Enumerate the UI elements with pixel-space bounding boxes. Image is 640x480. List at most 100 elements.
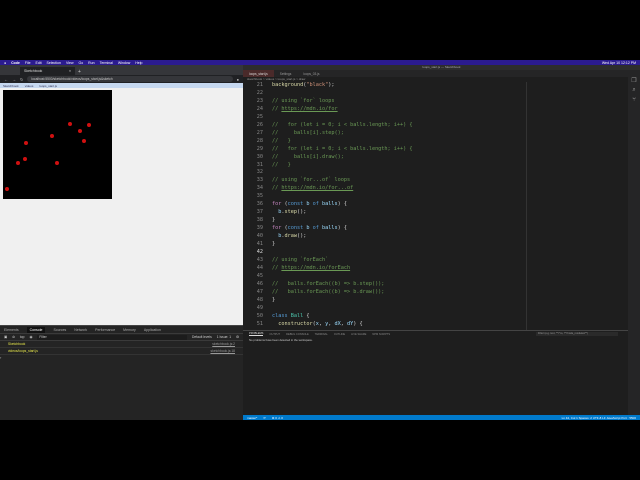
code-line: 49 <box>243 305 628 313</box>
code-line: 29 // for (let i = 0; i < balls.length; i… <box>243 146 628 154</box>
menu-item[interactable]: Go <box>78 61 83 65</box>
panel-tab-live-share[interactable]: LIVE SHARE <box>351 333 366 336</box>
menubar-clock[interactable]: Wed Apr 10 12:12 PM <box>602 61 636 65</box>
panel-tab-outline[interactable]: OUTLINE <box>334 333 345 336</box>
code-line: 31 // } <box>243 162 628 170</box>
menu-item[interactable]: Window <box>118 61 130 65</box>
sidebar-toggle-icon[interactable]: ▣ <box>4 335 7 339</box>
devtools-tab-console[interactable]: Console <box>26 326 46 333</box>
search-icon[interactable]: ⌕ <box>628 87 640 97</box>
code-line: 46 // balls.forEach((b) => b.step()); <box>243 281 628 289</box>
devtools-tabs: Elements Console Sources Network Performance… <box>0 326 243 334</box>
code-line: 27 // balls[i].step(); <box>243 130 628 138</box>
ball <box>24 141 28 145</box>
new-tab-icon[interactable]: + <box>78 69 81 75</box>
panel-tab-terminal[interactable]: TERMINAL <box>315 333 328 336</box>
devtools-tab-application[interactable]: Application <box>144 328 161 332</box>
line-number: 45 <box>256 272 263 279</box>
code-line: 23 // using `for` loops <box>243 98 628 106</box>
menu-item[interactable]: File <box>25 61 31 65</box>
panel-tab-problems[interactable]: PROBLEMS <box>249 332 264 336</box>
editor-tab[interactable]: loops_03.js <box>297 70 325 77</box>
devtools-tab-sources[interactable]: Sources <box>53 328 66 332</box>
line-number: 29 <box>256 145 263 152</box>
code-line: 24 // https://mdn.io/for <box>243 106 628 114</box>
line-number: 30 <box>256 153 263 160</box>
ball <box>78 129 82 133</box>
apple-icon[interactable]: ● <box>4 61 6 65</box>
clear-console-icon[interactable]: ⊘ <box>12 335 15 339</box>
code-token: ); <box>328 82 335 88</box>
source-control-icon[interactable]: ⑂ <box>628 97 640 107</box>
panel-tab-npm-scripts[interactable]: NPM SCRIPTS <box>372 333 390 336</box>
url-input[interactable]: localhost:5500/sketchbook/videos/loops_s… <box>27 76 233 82</box>
log-levels-select[interactable]: Default levels <box>192 335 212 339</box>
editor-tab[interactable]: Settings <box>274 70 298 77</box>
page-content <box>0 88 243 325</box>
code-token: for <box>272 201 282 208</box>
explorer-icon[interactable]: ❐ <box>628 77 640 87</box>
editor-tabs: loops_start.js Settings loops_03.js <box>243 70 640 77</box>
line-number: 46 <box>256 280 263 287</box>
window-title: loops_start.js — Sketchbook <box>243 65 640 70</box>
profile-avatar[interactable]: ● <box>237 77 239 82</box>
line-number: 50 <box>256 312 263 319</box>
status-right[interactable]: Ln 42, Col 1 Spaces: 2 UTF-8 LF JavaScri… <box>562 416 636 420</box>
sync-icon[interactable]: ⟳ <box>263 416 266 420</box>
devtools-tab-network[interactable]: Network <box>74 328 87 332</box>
editor-tab[interactable]: loops_start.js <box>243 70 274 77</box>
code-token: // balls[i].draw(); <box>272 153 344 160</box>
menu-item[interactable]: Edit <box>36 61 42 65</box>
code-token: background <box>272 82 304 88</box>
close-tab-icon[interactable]: × <box>69 69 71 73</box>
problems-indicator[interactable]: ⊗ 0 ⚠ 0 <box>272 416 283 420</box>
code-token: class <box>272 312 288 319</box>
line-number: 27 <box>256 129 263 136</box>
panel-tab-debug-console[interactable]: DEBUG CONSOLE <box>286 333 309 336</box>
console-log: Sketchbook sketchbook.js:2 videos/loops_st… <box>0 341 243 360</box>
line-number: 47 <box>256 288 263 295</box>
code-line: 21 background("black"); <box>243 82 628 90</box>
forward-icon[interactable]: → <box>12 77 16 82</box>
menu-item[interactable]: Run <box>88 61 94 65</box>
code-token: constructor <box>278 320 313 327</box>
vscode-window: loops_start.js — Sketchbook loops_start.… <box>243 65 640 420</box>
branch-indicator[interactable]: master* <box>247 416 257 420</box>
console-filter-input[interactable]: Filter <box>37 334 187 340</box>
eye-icon[interactable]: ◉ <box>29 335 32 339</box>
code-line: 34 // https://mdn.io/for...of <box>243 185 628 193</box>
panel-tab-output[interactable]: OUTPUT <box>269 333 280 336</box>
code-line: 30 // balls[i].draw(); <box>243 154 628 162</box>
code-token: (); <box>297 233 307 240</box>
log-source-link[interactable]: sketchbook.js:18 <box>210 349 235 353</box>
code-token: ) { <box>337 225 347 232</box>
devtools-panel: Elements Console Sources Network Performance… <box>0 325 243 420</box>
console-prompt[interactable]: › <box>0 355 243 360</box>
code-line: 22 <box>243 90 628 98</box>
code-line: 48} <box>243 297 628 305</box>
browser-tab-bar: Sketchbook × + <box>0 65 243 75</box>
menu-item[interactable]: Code <box>11 61 20 65</box>
code-token: // <box>272 264 282 271</box>
gear-icon[interactable]: ⚙ <box>236 335 239 339</box>
problems-filter-input[interactable]: Filter (e.g. text, **/*.ts, !**/node_mod… <box>536 332 618 336</box>
context-select[interactable]: top <box>20 335 25 339</box>
line-number: 24 <box>256 105 263 112</box>
back-icon[interactable]: ← <box>4 77 8 82</box>
menu-item[interactable]: Selection <box>47 61 61 65</box>
menu-item[interactable]: View <box>66 61 74 65</box>
issues-badge[interactable]: 1 Issue: 1 <box>217 335 231 339</box>
code-editor[interactable]: 21 background("black"); 22 23// using `for`… <box>243 82 628 330</box>
log-source-link[interactable]: sketchbook.js:2 <box>212 342 235 346</box>
devtools-tab-memory[interactable]: Memory <box>123 328 136 332</box>
status-bar: master* ⟳ ⊗ 0 ⚠ 0 Ln 42, Col 1 Spaces: 2… <box>243 415 640 420</box>
menu-item[interactable]: Terminal <box>100 61 113 65</box>
devtools-tab-elements[interactable]: Elements <box>4 328 19 332</box>
sketch-canvas[interactable] <box>3 90 112 199</box>
reload-icon[interactable]: ↻ <box>20 77 23 82</box>
devtools-tab-performance[interactable]: Performance <box>95 328 115 332</box>
line-number: 35 <box>256 193 263 200</box>
browser-tab[interactable]: Sketchbook × <box>20 67 75 75</box>
line-number: 21 <box>256 82 263 88</box>
menu-item[interactable]: Help <box>135 61 142 65</box>
